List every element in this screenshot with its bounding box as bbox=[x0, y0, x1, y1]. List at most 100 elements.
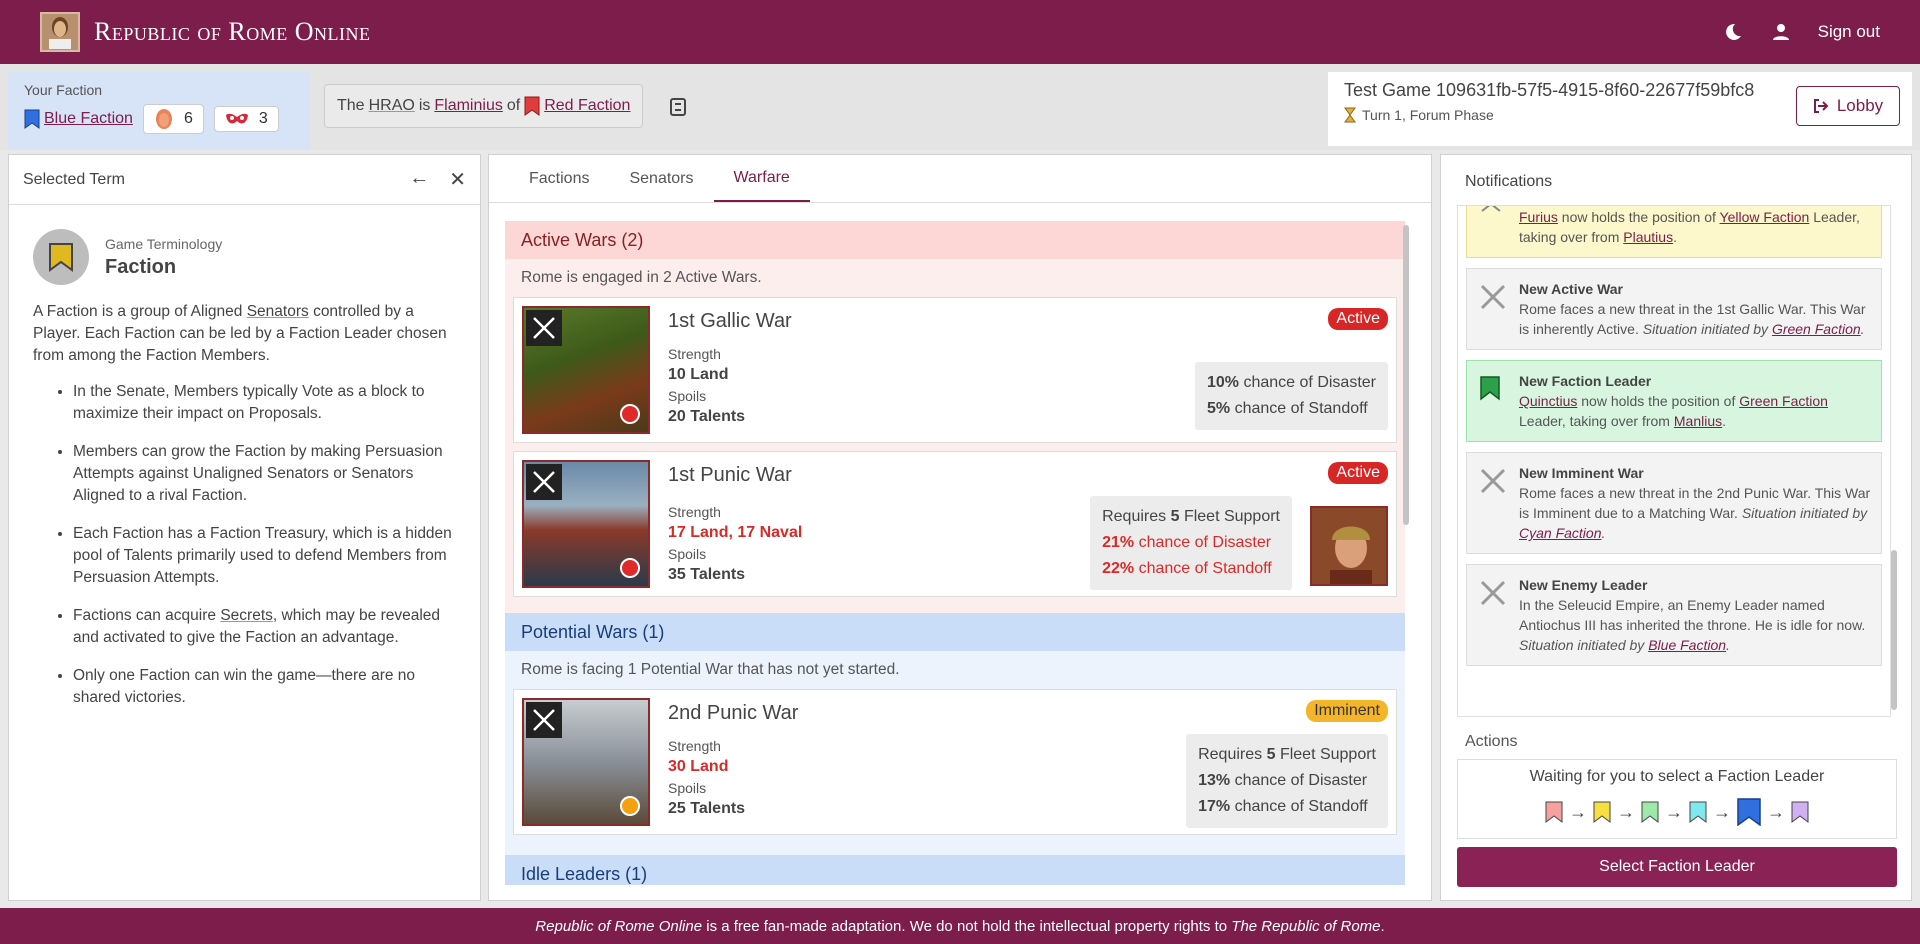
note-text: . bbox=[1673, 229, 1677, 245]
fleet-value: 5 bbox=[1266, 746, 1276, 763]
senators-term-link[interactable]: Senators bbox=[247, 303, 309, 320]
arrow-icon: → bbox=[1713, 801, 1731, 822]
notification-item: New Active War Rome faces a new threat i… bbox=[1466, 268, 1882, 350]
tab-bar: Factions Senators Warfare bbox=[489, 155, 1431, 203]
status-badge: Active bbox=[1328, 308, 1388, 330]
secrets-value: 3 bbox=[258, 110, 268, 127]
desc-part: A Faction is a group of Aligned bbox=[33, 303, 243, 320]
main-panel: Factions Senators Warfare Active Wars (2… bbox=[488, 154, 1432, 901]
standoff-label: chance of Standoff bbox=[1138, 560, 1272, 577]
war-card-gallic[interactable]: 1st Gallic War Strength 10 Land Spoils 2… bbox=[513, 297, 1397, 443]
war-card-punic-2[interactable]: 2nd Punic War Strength 30 Land Spoils 25… bbox=[513, 689, 1397, 835]
faction-link[interactable]: Blue Faction bbox=[1648, 637, 1726, 653]
war-image bbox=[522, 306, 650, 434]
standoff-label: chance of Standoff bbox=[1234, 798, 1368, 815]
senator-link[interactable]: Furius bbox=[1519, 209, 1558, 225]
turn-info: Turn 1, Forum Phase bbox=[1362, 107, 1494, 123]
faction-order: → → → → → bbox=[1458, 798, 1896, 826]
hrao-faction-link[interactable]: Red Faction bbox=[544, 97, 630, 115]
lobby-button[interactable]: Lobby bbox=[1796, 86, 1900, 126]
disaster-value: 10% bbox=[1207, 374, 1240, 391]
note-text: now holds the position of bbox=[1577, 393, 1740, 409]
status-badge: Active bbox=[1328, 462, 1388, 484]
hrao-of: of bbox=[506, 97, 521, 114]
influence-value: 6 bbox=[183, 110, 193, 127]
faction-link[interactable]: Yellow Faction bbox=[1720, 209, 1810, 225]
note-title: New Faction Leader bbox=[1519, 373, 1652, 389]
footer-game-name: The Republic of Rome bbox=[1231, 917, 1381, 935]
secrets-term-link[interactable]: Secrets bbox=[220, 607, 273, 624]
fleet-label: Fleet Support bbox=[1279, 746, 1376, 763]
status-dot bbox=[620, 404, 640, 424]
yellow-flag-icon bbox=[1479, 206, 1507, 225]
user-icon[interactable] bbox=[1770, 21, 1792, 43]
note-text: now holds the position of bbox=[1557, 209, 1720, 225]
faction-link[interactable]: Green Faction bbox=[1772, 321, 1861, 337]
disaster-value: 13% bbox=[1198, 772, 1231, 789]
tab-warfare[interactable]: Warfare bbox=[713, 155, 810, 202]
crossed-swords-icon bbox=[526, 310, 562, 346]
term-category: Game Terminology bbox=[105, 235, 223, 252]
tab-senators[interactable]: Senators bbox=[609, 155, 713, 202]
select-faction-leader-button[interactable]: Select Faction Leader bbox=[1457, 847, 1897, 887]
enemy-leader-portrait[interactable] bbox=[1310, 506, 1388, 586]
logo[interactable] bbox=[40, 12, 80, 52]
war-name: 1st Gallic War bbox=[668, 310, 792, 332]
tab-factions[interactable]: Factions bbox=[509, 155, 609, 202]
cyan-flag-icon bbox=[1689, 801, 1707, 823]
spoils-value: 20 Talents bbox=[668, 408, 746, 425]
wars-scrollbar[interactable] bbox=[1403, 225, 1409, 525]
term-bullets: In the Senate, Members typically Vote as… bbox=[9, 367, 480, 709]
notifications-scrollbar[interactable] bbox=[1891, 550, 1897, 710]
note-title: New Enemy Leader bbox=[1519, 577, 1648, 593]
list-item: Each Faction has a Faction Treasury, whi… bbox=[73, 523, 456, 589]
faction-link[interactable]: Green Faction bbox=[1739, 393, 1828, 409]
close-icon[interactable]: ✕ bbox=[449, 167, 466, 192]
app-title[interactable]: Republic of Rome Online bbox=[94, 17, 370, 47]
standoff-label: chance of Standoff bbox=[1234, 400, 1368, 417]
notification-item: New Faction Leader Quinctius now holds t… bbox=[1466, 360, 1882, 442]
strength-label: Strength bbox=[668, 504, 721, 520]
swap-layout-icon[interactable] bbox=[668, 96, 688, 122]
wars-list[interactable]: Active Wars (2) Rome is engaged in 2 Act… bbox=[505, 221, 1405, 885]
yellow-flag-icon bbox=[1593, 801, 1611, 823]
footer: Republic of Rome Online is a free fan-ma… bbox=[0, 908, 1920, 944]
war-name: 1st Punic War bbox=[668, 464, 792, 486]
strength-label: Strength bbox=[668, 346, 721, 362]
disaster-value: 21% bbox=[1102, 534, 1135, 551]
hrao-senator-link[interactable]: Flaminius bbox=[434, 97, 502, 115]
influence-pill[interactable]: 6 bbox=[142, 104, 204, 134]
your-faction-label: Your Faction bbox=[24, 82, 103, 98]
notification-item: New Enemy Leader In the Seleucid Empire,… bbox=[1466, 564, 1882, 666]
senator-link[interactable]: Quinctius bbox=[1519, 393, 1577, 409]
influence-icon bbox=[155, 109, 172, 129]
notification-list[interactable]: Furius now holds the position of Yellow … bbox=[1457, 205, 1891, 717]
war-image bbox=[522, 460, 650, 588]
faction-link[interactable]: Cyan Faction bbox=[1519, 525, 1601, 541]
footer-text: is a free fan-made adaptation. We do not… bbox=[702, 917, 1232, 935]
hrao-term-link[interactable]: HRAO bbox=[369, 97, 415, 115]
mask-icon bbox=[225, 113, 248, 124]
status-dot bbox=[620, 796, 640, 816]
spoils-label: Spoils bbox=[668, 388, 707, 404]
hrao-is: is bbox=[418, 97, 431, 114]
your-faction-link[interactable]: Blue Faction bbox=[44, 110, 133, 128]
secrets-pill[interactable]: 3 bbox=[213, 106, 279, 132]
fleet-label: Fleet Support bbox=[1183, 508, 1280, 525]
sign-out-link[interactable]: Sign out bbox=[1818, 22, 1880, 42]
spoils-value: 35 Talents bbox=[668, 566, 746, 583]
dark-mode-icon[interactable] bbox=[1722, 21, 1744, 43]
senator-link[interactable]: Plautius bbox=[1623, 229, 1673, 245]
war-chances: Requires 5 Fleet Support 13% chance of D… bbox=[1186, 734, 1388, 828]
back-arrow-icon[interactable]: ← bbox=[409, 167, 429, 192]
standoff-value: 5% bbox=[1207, 400, 1231, 417]
disaster-label: chance of Disaster bbox=[1243, 374, 1376, 391]
lobby-label: Lobby bbox=[1836, 96, 1884, 115]
note-situation: Situation initiated by bbox=[1519, 637, 1645, 653]
note-text: . bbox=[1722, 413, 1727, 429]
senator-link[interactable]: Manlius bbox=[1674, 413, 1722, 429]
war-card-punic-1[interactable]: 1st Punic War Strength 17 Land, 17 Naval… bbox=[513, 451, 1397, 597]
green-flag-icon bbox=[1641, 801, 1659, 823]
disaster-label: chance of Disaster bbox=[1234, 772, 1368, 789]
hrao-prefix: The bbox=[337, 97, 365, 114]
